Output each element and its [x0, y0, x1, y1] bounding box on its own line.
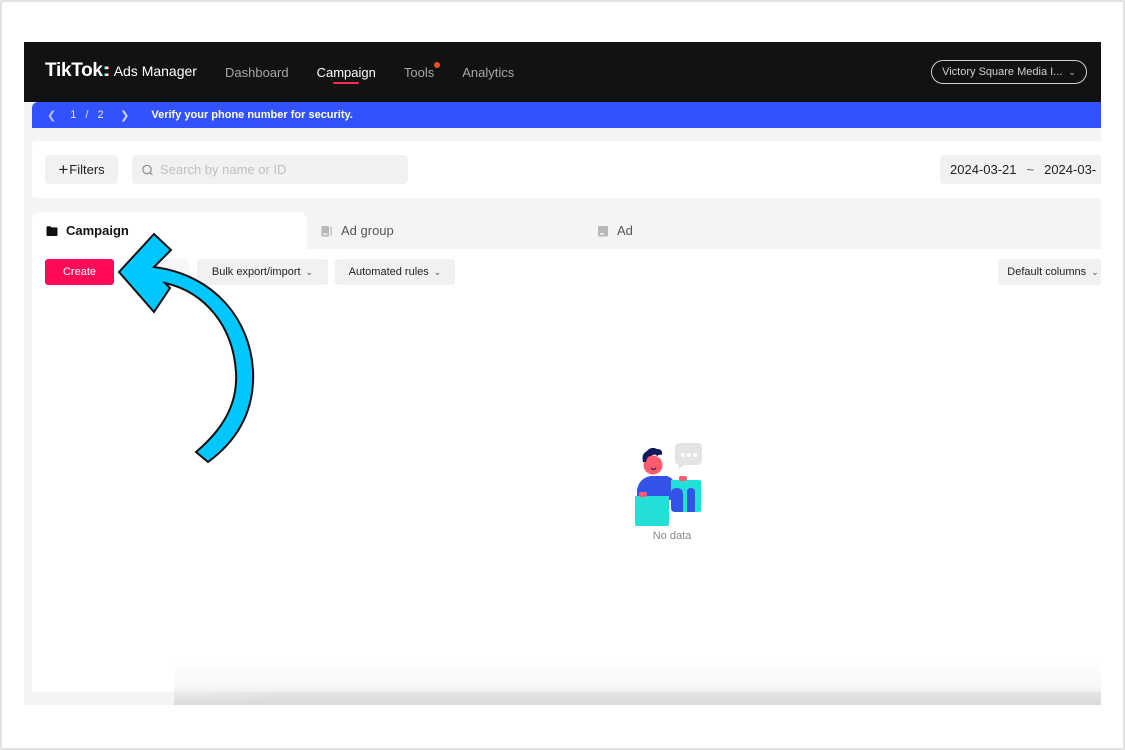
tab-label: Ad	[617, 223, 633, 238]
nav-item-tools[interactable]: Tools	[403, 42, 441, 102]
banner-pager: 1 / 2	[70, 109, 104, 121]
top-navigation: TikTok : Ads Manager Dashboard Campaign …	[24, 42, 1101, 102]
chevron-down-icon: ⌄	[305, 266, 314, 277]
tabs-spacer	[859, 212, 1101, 249]
search-box[interactable]	[132, 155, 408, 184]
automated-rules-button[interactable]: Automated rules ⌄	[335, 259, 455, 285]
tab-campaign[interactable]: Campaign	[32, 212, 307, 249]
nav-item-campaign[interactable]: Campaign	[317, 42, 376, 102]
notification-banner: ❮ 1 / 2 ❯ Verify your phone number for s…	[32, 102, 1101, 128]
banner-message[interactable]: Verify your phone number for security.	[151, 109, 353, 121]
nav-menu: Dashboard Campaign Tools Analytics	[225, 42, 542, 102]
chevron-left-icon[interactable]: ❮	[47, 109, 56, 122]
chevron-down-icon: ⌄	[433, 266, 442, 277]
chevron-right-icon[interactable]: ❯	[120, 109, 129, 122]
columns-label: Default columns	[1007, 266, 1087, 278]
logo[interactable]: TikTok : Ads Manager	[45, 60, 197, 82]
nav-item-analytics[interactable]: Analytics	[462, 42, 514, 102]
nav-item-label: Analytics	[462, 64, 515, 80]
date-start: 2024-03-21	[950, 162, 1017, 177]
filters-label: Filters	[69, 162, 105, 177]
bottom-scroll-region	[24, 692, 1101, 705]
bulk-export-import-button[interactable]: Bulk export/import ⌄	[197, 259, 328, 285]
nav-item-label: Dashboard	[225, 64, 289, 80]
default-columns-button[interactable]: Default columns ⌄	[998, 259, 1101, 285]
create-label: Create	[62, 266, 97, 278]
level-tabs: Campaign Ad group Ad	[32, 212, 1101, 249]
search-input[interactable]	[160, 162, 400, 177]
rules-label: Automated rules	[348, 266, 429, 278]
empty-state-text: No data	[652, 530, 692, 542]
chevron-down-icon: ⌄	[1091, 266, 1099, 277]
pager-separator: /	[85, 109, 89, 121]
nav-item-label: Tools	[403, 64, 435, 80]
bulk-label: Bulk export/import	[211, 266, 301, 278]
campaign-toolbar: Create Bulk export/import ⌄ Automated ru…	[32, 259, 1101, 285]
toolbar-action-button[interactable]	[129, 259, 189, 285]
pager-total: 2	[97, 109, 105, 121]
ads-manager-app: TikTok : Ads Manager Dashboard Campaign …	[24, 42, 1101, 705]
date-end: 2024-03-	[1044, 162, 1097, 177]
logo-brand: TikTok	[45, 60, 103, 81]
account-name: Victory Square Media I...	[942, 66, 1063, 78]
folder-icon	[46, 225, 58, 236]
logo-product: Ads Manager	[113, 63, 197, 79]
tab-ad[interactable]: Ad	[583, 212, 859, 249]
chevron-down-icon: ⌄	[1068, 66, 1076, 77]
pager-current: 1	[70, 109, 77, 121]
tab-label: Ad group	[341, 223, 394, 238]
create-button[interactable]: Create	[45, 259, 114, 285]
plus-icon: +	[58, 159, 69, 179]
date-separator: ~	[1026, 162, 1035, 177]
logo-separator: :	[103, 60, 110, 80]
empty-state: No data	[622, 438, 722, 542]
account-selector[interactable]: Victory Square Media I... ⌄	[931, 60, 1087, 84]
search-icon	[142, 164, 153, 175]
tab-label: Campaign	[66, 223, 129, 238]
notification-dot-icon	[434, 62, 441, 68]
campaign-panel: Campaign Ad group Ad Create Bulk export/…	[32, 212, 1101, 692]
tab-ad-group[interactable]: Ad group	[307, 212, 583, 249]
filters-button[interactable]: + Filters	[45, 155, 118, 184]
nav-item-dashboard[interactable]: Dashboard	[225, 42, 289, 102]
no-data-illustration-icon	[635, 443, 702, 526]
date-range-picker[interactable]: 2024-03-21 ~ 2024-03-	[940, 155, 1101, 184]
ad-group-icon	[321, 225, 332, 236]
nav-item-label: Campaign	[316, 64, 376, 80]
ad-icon	[598, 225, 608, 236]
filter-bar: + Filters 2024-03-21 ~ 2024-03-	[32, 141, 1101, 198]
